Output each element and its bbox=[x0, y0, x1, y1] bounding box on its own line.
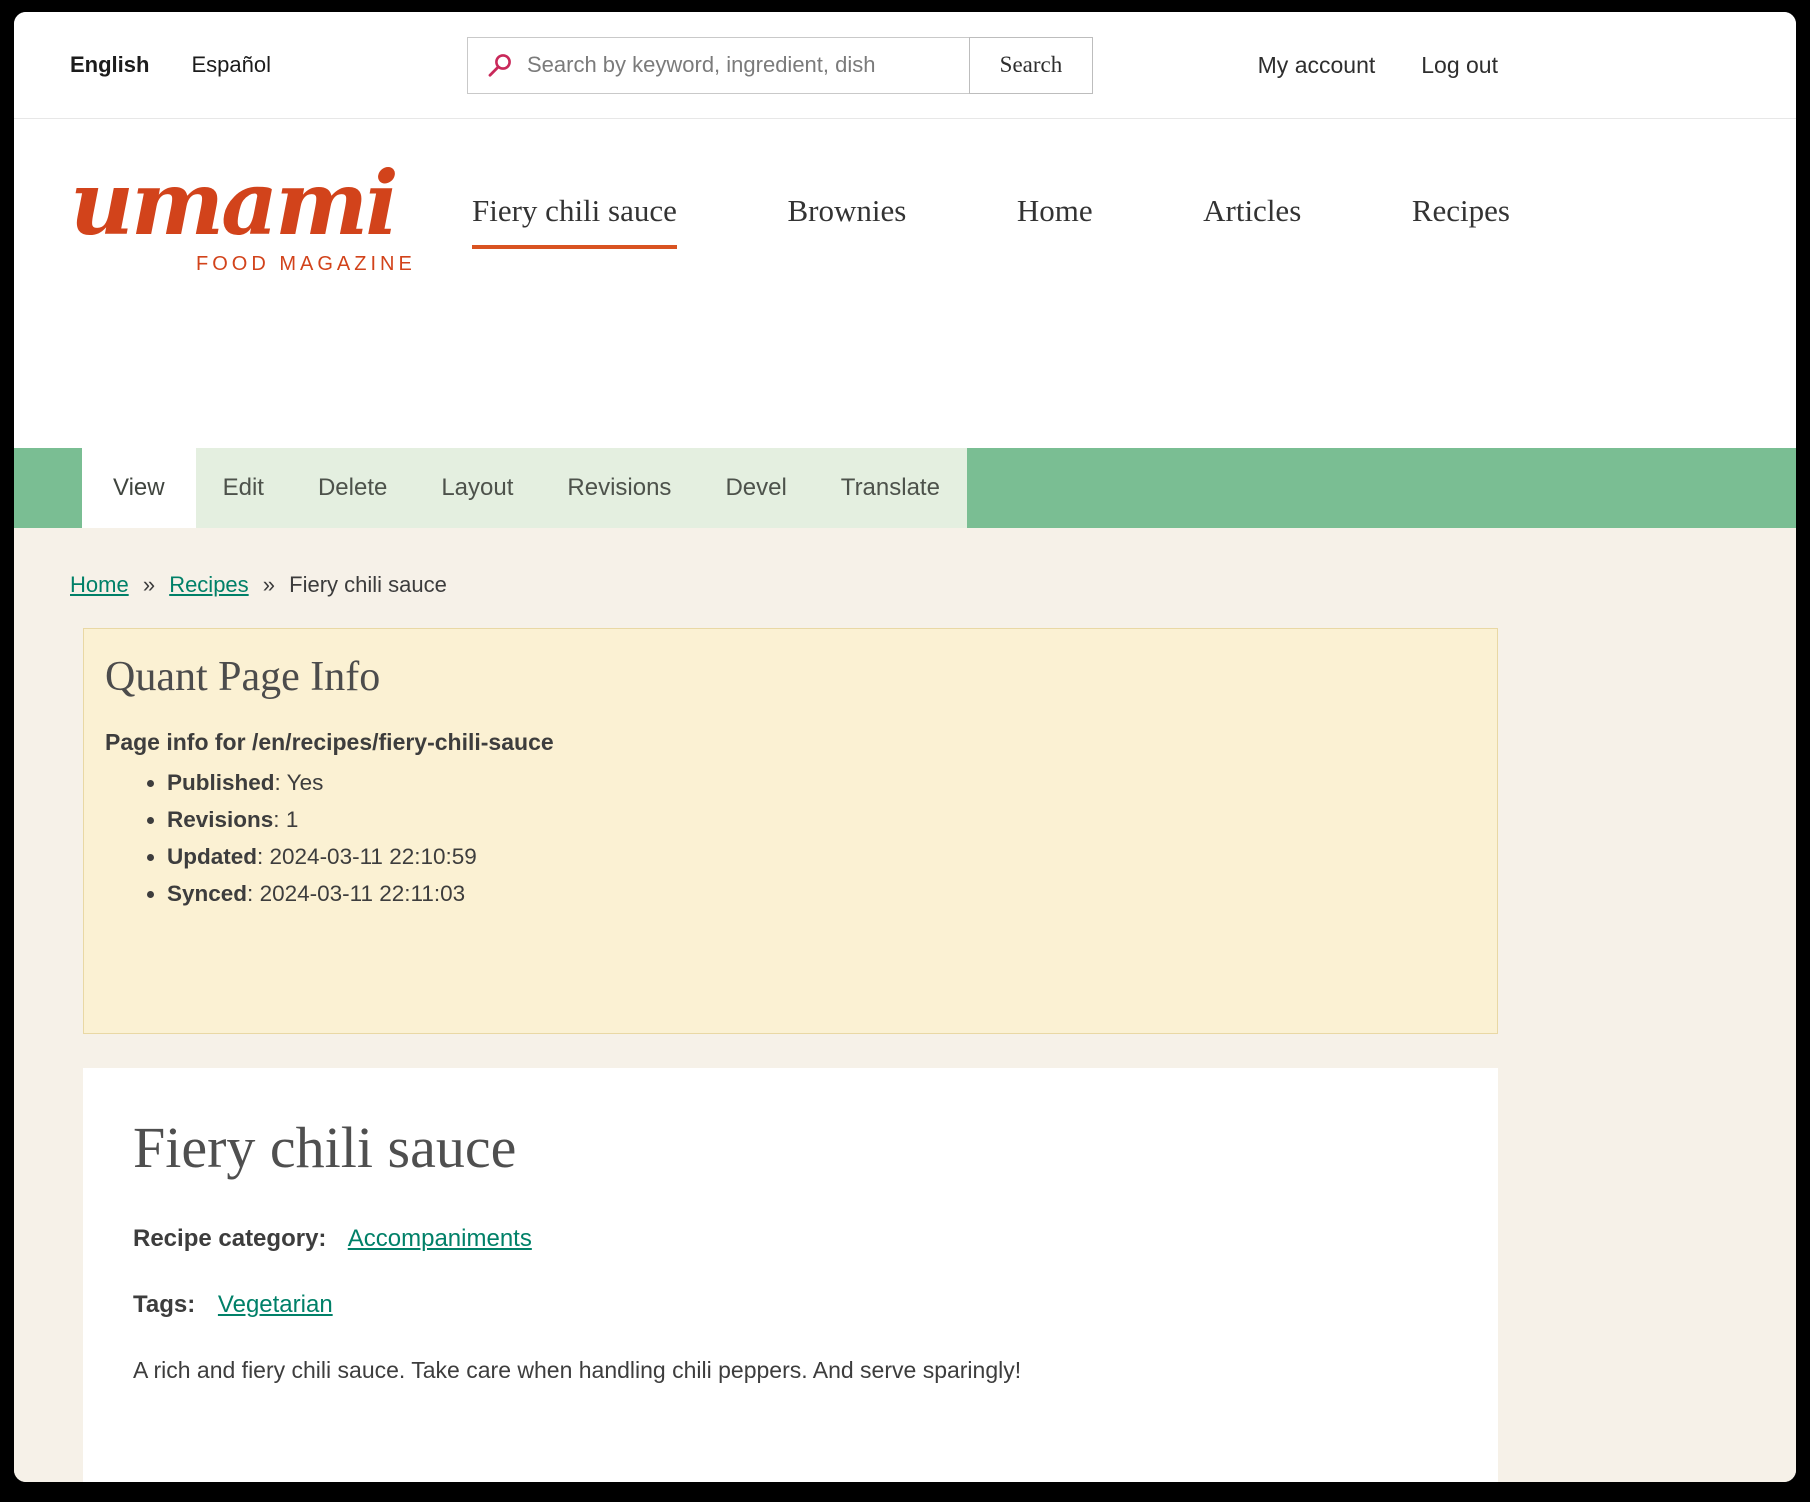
breadcrumb-separator: » bbox=[143, 572, 155, 597]
logo-tagline: FOOD MAGAZINE bbox=[196, 253, 416, 276]
quant-page-info-box: Quant Page Info Page info for /en/recipe… bbox=[83, 628, 1498, 1034]
main-content-area: Home » Recipes » Fiery chili sauce Quant… bbox=[14, 528, 1796, 1482]
tab-view[interactable]: View bbox=[82, 448, 196, 528]
recipe-tags-label: Tags: bbox=[133, 1291, 195, 1318]
search-button[interactable]: Search bbox=[969, 37, 1093, 94]
page-info-title: Quant Page Info bbox=[105, 653, 1467, 701]
breadcrumb: Home » Recipes » Fiery chili sauce bbox=[70, 572, 1796, 598]
search-form: Search bbox=[467, 37, 1093, 94]
tab-devel[interactable]: Devel bbox=[698, 448, 813, 528]
page-info-intro: Page info for /en/recipes/fiery-chili-sa… bbox=[105, 729, 1467, 756]
log-out-link[interactable]: Log out bbox=[1421, 52, 1498, 79]
admin-tabs: View Edit Delete Layout Revisions Devel … bbox=[82, 448, 967, 528]
page-info-item-revisions: Revisions: 1 bbox=[167, 801, 1467, 838]
umami-logo[interactable]: umami FOOD MAGAZINE bbox=[70, 159, 416, 276]
my-account-link[interactable]: My account bbox=[1258, 52, 1376, 79]
language-switcher: English Español bbox=[70, 52, 271, 78]
search-input[interactable] bbox=[527, 52, 955, 78]
tab-translate[interactable]: Translate bbox=[814, 448, 967, 528]
breadcrumb-current: Fiery chili sauce bbox=[289, 572, 447, 597]
breadcrumb-link-recipes[interactable]: Recipes bbox=[169, 572, 248, 597]
recipe-description: A rich and fiery chili sauce. Take care … bbox=[133, 1357, 1448, 1384]
page-info-item-published: Published: Yes bbox=[167, 764, 1467, 801]
recipe-tags-line: Tags: Vegetarian bbox=[133, 1291, 1448, 1319]
search-box[interactable] bbox=[467, 37, 970, 94]
page-info-item-updated: Updated: 2024-03-11 22:10:59 bbox=[167, 838, 1467, 875]
recipe-category-label: Recipe category: bbox=[133, 1225, 326, 1252]
tab-delete[interactable]: Delete bbox=[291, 448, 414, 528]
main-navigation: Fiery chili sauce Brownies Home Articles… bbox=[472, 193, 1510, 249]
recipe-category-link[interactable]: Accompaniments bbox=[348, 1225, 532, 1252]
language-link-espanol[interactable]: Español bbox=[191, 52, 271, 78]
tab-revisions[interactable]: Revisions bbox=[540, 448, 698, 528]
nav-item-articles[interactable]: Articles bbox=[1203, 193, 1301, 245]
admin-tabs-bar: View Edit Delete Layout Revisions Devel … bbox=[14, 448, 1796, 528]
nav-item-brownies[interactable]: Brownies bbox=[787, 193, 906, 245]
tab-edit[interactable]: Edit bbox=[196, 448, 291, 528]
breadcrumb-link-home[interactable]: Home bbox=[70, 572, 129, 597]
recipe-title: Fiery chili sauce bbox=[133, 1114, 1448, 1181]
breadcrumb-separator: » bbox=[263, 572, 275, 597]
logo-wordmark: umami bbox=[70, 159, 416, 247]
nav-item-home[interactable]: Home bbox=[1017, 193, 1093, 245]
language-link-english[interactable]: English bbox=[70, 52, 149, 78]
top-utility-bar: English Español Search My account Log ou… bbox=[14, 12, 1796, 119]
recipe-category-line: Recipe category: Accompaniments bbox=[133, 1225, 1448, 1253]
page-info-list: Published: Yes Revisions: 1 Updated: 202… bbox=[167, 764, 1467, 912]
browser-viewport: English Español Search My account Log ou… bbox=[14, 12, 1796, 1482]
site-header: umami FOOD MAGAZINE Fiery chili sauce Br… bbox=[14, 119, 1796, 448]
account-links: My account Log out bbox=[1258, 52, 1498, 79]
recipe-tag-link[interactable]: Vegetarian bbox=[218, 1291, 333, 1318]
recipe-article-card: Fiery chili sauce Recipe category: Accom… bbox=[83, 1068, 1498, 1482]
search-icon bbox=[486, 52, 513, 79]
tab-layout[interactable]: Layout bbox=[414, 448, 540, 528]
nav-item-recipes[interactable]: Recipes bbox=[1412, 193, 1510, 245]
page-info-item-synced: Synced: 2024-03-11 22:11:03 bbox=[167, 875, 1467, 912]
nav-item-fiery-chili-sauce[interactable]: Fiery chili sauce bbox=[472, 193, 677, 249]
